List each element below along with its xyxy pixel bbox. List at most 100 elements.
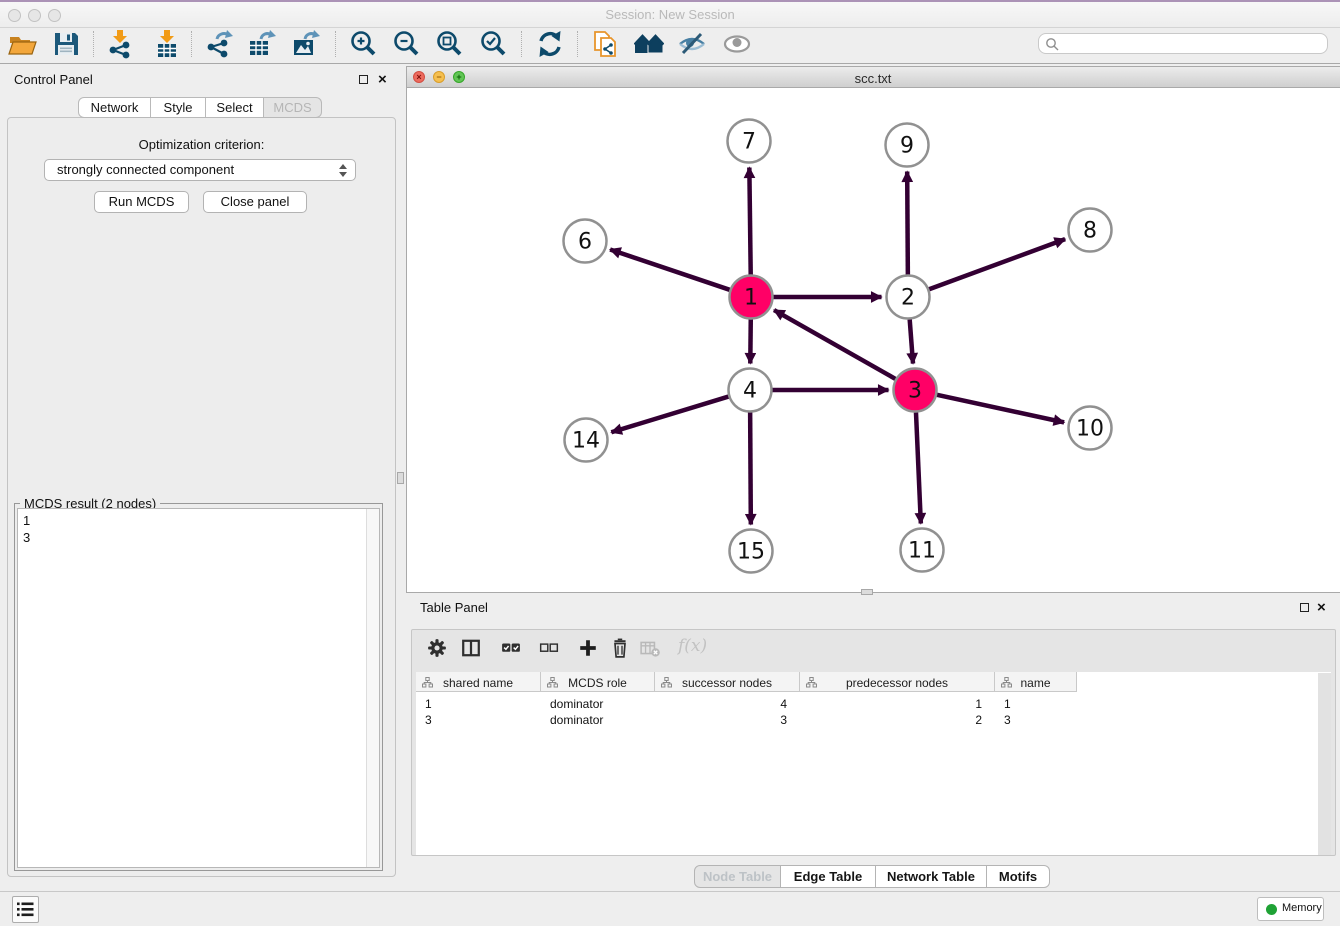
zoom-fit-icon[interactable] [434, 29, 464, 59]
graph-node-label-1: 1 [744, 286, 758, 311]
control-tab-style[interactable]: Style [151, 97, 206, 118]
column-header-successor-nodes[interactable]: successor nodes [655, 672, 800, 692]
zoom-selected-icon[interactable] [478, 29, 508, 59]
mcds-result-item[interactable]: 3 [23, 529, 379, 546]
column-header-name[interactable]: name [995, 672, 1077, 692]
edge-1-6[interactable] [610, 249, 730, 289]
graph-node-label-3: 3 [908, 379, 922, 404]
deselect-all-icon[interactable] [539, 638, 559, 658]
export-table-icon[interactable] [247, 29, 277, 59]
graph-node-label-9: 9 [900, 134, 914, 159]
show-columns-icon[interactable] [461, 638, 481, 658]
export-network-icon[interactable] [204, 29, 234, 59]
toolbar-separator [191, 31, 192, 57]
graph-node-label-4: 4 [743, 379, 757, 404]
function-builder-button[interactable]: f(x) [678, 636, 707, 656]
table-cell[interactable]: 2 [800, 712, 995, 728]
edge-2-8[interactable] [929, 239, 1065, 289]
memory-button[interactable]: Memory [1257, 897, 1324, 921]
edge-1-7[interactable] [749, 167, 750, 274]
open-file-icon[interactable] [7, 29, 37, 59]
run-mcds-button[interactable]: Run MCDS [94, 191, 189, 213]
table-cell[interactable]: 3 [995, 712, 1077, 728]
table-panel-float-button[interactable] [1300, 603, 1309, 612]
graph-node-label-15: 15 [737, 540, 765, 565]
table-cell[interactable]: 3 [655, 712, 800, 728]
table-tab-edge-table[interactable]: Edge Table [781, 865, 876, 888]
control-panel-close-button[interactable]: × [378, 74, 387, 86]
edge-3-1[interactable] [774, 310, 895, 379]
graph-node-label-7: 7 [742, 130, 756, 155]
toolbar-separator [335, 31, 336, 57]
select-down-arrow-icon [339, 172, 347, 177]
task-history-button[interactable] [12, 896, 39, 923]
table-cell[interactable]: dominator [541, 696, 655, 712]
select-up-arrow-icon [339, 164, 347, 169]
table-tab-motifs[interactable]: Motifs [987, 865, 1050, 888]
hide-graphics-icon[interactable] [677, 29, 707, 59]
save-session-icon[interactable] [51, 29, 81, 59]
column-header-predecessor-nodes[interactable]: predecessor nodes [800, 672, 995, 692]
zoom-in-icon[interactable] [348, 29, 378, 59]
graph-node-label-2: 2 [901, 286, 915, 311]
edge-4-15[interactable] [750, 412, 751, 524]
network-graph[interactable]: 1234678910111415 [407, 88, 1340, 592]
edge-3-10[interactable] [937, 395, 1064, 423]
control-panel-title: Control Panel [14, 72, 93, 87]
edge-2-9[interactable] [907, 171, 908, 274]
graph-node-label-8: 8 [1083, 219, 1097, 244]
table-settings-gear-icon[interactable] [427, 638, 447, 658]
optimization-criterion-select[interactable]: strongly connected component [44, 159, 356, 181]
mcds-result-item[interactable]: 1 [23, 512, 379, 529]
export-image-icon[interactable] [291, 29, 321, 59]
refresh-icon[interactable] [535, 29, 565, 59]
control-tab-network[interactable]: Network [78, 97, 151, 118]
search-icon [1045, 37, 1060, 52]
memory-button-label: Memory [1282, 902, 1322, 914]
table-scrollbar[interactable] [1318, 673, 1331, 855]
mcds-result-scrollbar[interactable] [366, 509, 379, 867]
horizontal-splitter-handle[interactable] [861, 589, 873, 595]
edge-3-11[interactable] [916, 412, 921, 523]
mcds-result-list[interactable]: 13 [17, 508, 380, 868]
table-cell[interactable]: 4 [655, 696, 800, 712]
toolbar-separator [577, 31, 578, 57]
column-header-MCDS-role[interactable]: MCDS role [541, 672, 655, 692]
delete-table-icon[interactable] [640, 638, 660, 658]
import-network-icon[interactable] [105, 29, 135, 59]
search-input[interactable] [1038, 33, 1328, 54]
toolbar-separator [93, 31, 94, 57]
delete-column-icon[interactable] [610, 638, 630, 658]
clone-network-icon[interactable] [590, 29, 620, 59]
control-panel-float-button[interactable] [359, 75, 368, 84]
table-cell[interactable]: 1 [800, 696, 995, 712]
optimization-criterion-value: strongly connected component [57, 162, 234, 177]
table-panel-title: Table Panel [420, 600, 488, 615]
table-tab-node-table[interactable]: Node Table [694, 865, 781, 888]
table-tab-network-table[interactable]: Network Table [876, 865, 987, 888]
zoom-out-icon[interactable] [391, 29, 421, 59]
task-list-icon [13, 897, 38, 922]
show-graphics-icon[interactable] [722, 29, 752, 59]
vertical-splitter-handle[interactable] [397, 472, 404, 484]
graph-node-label-6: 6 [578, 230, 592, 255]
home-icon[interactable] [634, 29, 664, 59]
edge-4-14[interactable] [611, 397, 728, 433]
table-cell[interactable]: dominator [541, 712, 655, 728]
control-tab-mcds[interactable]: MCDS [264, 97, 322, 118]
graph-node-label-14: 14 [572, 429, 600, 454]
table-panel-close-button[interactable]: × [1317, 602, 1326, 614]
edge-2-3[interactable] [910, 319, 913, 363]
add-column-icon[interactable] [578, 638, 598, 658]
import-table-icon[interactable] [152, 29, 182, 59]
memory-status-dot [1266, 904, 1277, 915]
table-cell[interactable]: 1 [995, 696, 1077, 712]
control-tab-select[interactable]: Select [206, 97, 264, 118]
close-panel-button[interactable]: Close panel [203, 191, 307, 213]
column-header-shared-name[interactable]: shared name [416, 672, 541, 692]
toolbar-separator [521, 31, 522, 57]
table-cell[interactable]: 3 [416, 712, 541, 728]
table-cell[interactable]: 1 [416, 696, 541, 712]
network-window-title: scc.txt [406, 71, 1340, 86]
select-all-icon[interactable] [501, 638, 521, 658]
